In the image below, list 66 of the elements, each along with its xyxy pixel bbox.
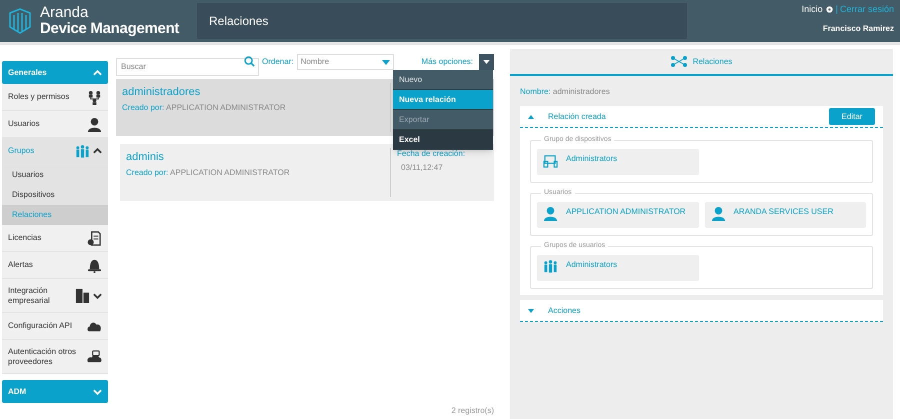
date-label: Fecha de creación:: [397, 148, 466, 160]
triangle-down-icon: [528, 308, 534, 312]
user-icon: [87, 116, 102, 132]
document-gear-icon: [87, 230, 102, 246]
chevron-up-icon[interactable]: [93, 148, 102, 154]
created-by: Creado por: APPLICATION ADMINISTRATOR: [122, 102, 287, 114]
sort-dropdown[interactable]: Nombre: [296, 54, 394, 70]
devices-icon: [543, 153, 558, 168]
cloud-lock-icon: [87, 349, 102, 364]
sidebar-item[interactable]: Licencias: [2, 225, 108, 252]
user-name: Francisco Ramirez: [822, 22, 894, 34]
section-header[interactable]: Relación creada Editar: [520, 106, 883, 128]
user-icon: [710, 206, 726, 221]
entry-chip[interactable]: APPLICATION ADMINISTRATOR: [537, 202, 698, 228]
entry-chip[interactable]: ARANDA SERVICES USER: [704, 202, 866, 228]
record-title: administradores: [122, 85, 202, 100]
sort-label: Ordenar:: [262, 56, 294, 68]
sidebar-subitem[interactable]: Usuarios: [2, 165, 108, 185]
sidebar-item[interactable]: Grupos: [2, 138, 108, 165]
search-icon[interactable]: [244, 56, 255, 67]
edit-button[interactable]: Editar: [829, 108, 875, 125]
group-icon: [75, 144, 90, 158]
caret-icon: [382, 60, 390, 64]
hierarchy-icon: [87, 90, 102, 104]
more-options-button[interactable]: [479, 54, 494, 70]
sidebar-subitem[interactable]: Relaciones: [2, 205, 108, 225]
sidebar-item[interactable]: Autenticación otros proveedores: [2, 340, 108, 374]
record-title: adminis: [126, 150, 165, 165]
group-icon: [543, 259, 558, 274]
menu-item[interactable]: Exportar: [393, 110, 493, 130]
sidebar-subitem[interactable]: Dispositivos: [2, 185, 108, 205]
sidebar-item[interactable]: Roles y permisos: [2, 84, 108, 111]
network-icon: [670, 56, 687, 67]
menu-item[interactable]: Excel: [393, 130, 493, 150]
brand-name: Aranda: [40, 5, 90, 21]
user-icon: [543, 206, 558, 221]
sidebar-item[interactable]: Integración empresarial: [2, 279, 108, 313]
record-count: 2 registro(s): [451, 405, 494, 417]
sidebar-item[interactable]: Usuarios: [2, 111, 108, 138]
section-header[interactable]: Acciones: [520, 300, 883, 322]
date-value: 03/11,12:47: [400, 162, 444, 174]
triangle-up-icon: [528, 114, 534, 118]
sidebar-item[interactable]: Configuración API: [2, 313, 108, 340]
sidebar-item[interactable]: Alertas: [2, 252, 108, 279]
entry-chip[interactable]: Administrators: [537, 255, 699, 281]
settings-icon[interactable]: [824, 5, 834, 14]
page-title: Relaciones: [209, 13, 268, 30]
menu-item[interactable]: Nuevo: [393, 70, 493, 90]
record-card[interactable]: adminis Creado por: APPLICATION ADMINISTRATOR Fecha de creación: 03/11,12:47: [120, 144, 494, 201]
building-icon: [75, 288, 90, 303]
created-by: Creado por: APPLICATION ADMINISTRATOR: [126, 166, 291, 178]
home-link[interactable]: Inicio: [802, 3, 823, 16]
logout-link[interactable]: Cerrar sesión: [840, 3, 894, 16]
entry-chip[interactable]: Administrators: [537, 149, 699, 175]
section-header[interactable]: Generales: [2, 61, 108, 84]
section-header[interactable]: ADM: [2, 380, 108, 403]
search-field[interactable]: Buscar: [116, 58, 259, 76]
brand-product: Device Management: [40, 21, 180, 37]
bell-icon: [87, 258, 102, 272]
chevron-down-icon[interactable]: [93, 292, 102, 298]
separator: |: [836, 3, 838, 16]
name-field: Nombre: administradores: [520, 86, 883, 98]
relations-tab[interactable]: Relaciones: [510, 49, 893, 76]
menu-item[interactable]: Nueva relación: [393, 90, 493, 110]
more-options-label: Más opciones:: [421, 56, 473, 68]
caret-icon: [483, 60, 490, 64]
